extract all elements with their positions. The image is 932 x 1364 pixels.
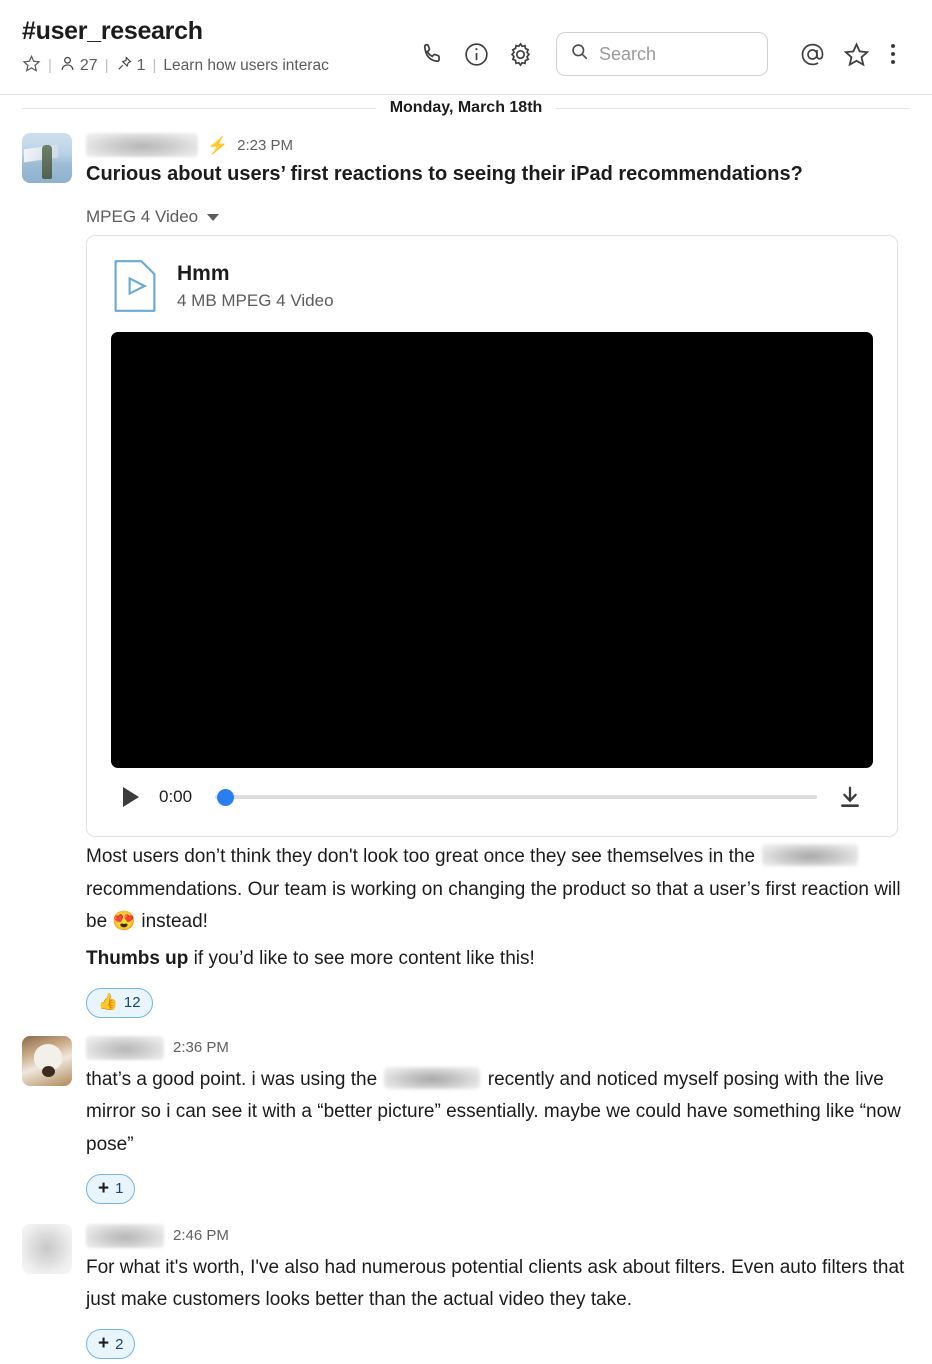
- file-header: Hmm 4 MB MPEG 4 Video: [111, 258, 873, 314]
- message-list: ⚡ 2:23 PM Curious about users’ first rea…: [0, 121, 932, 1360]
- reaction-list: + 2: [86, 1329, 914, 1360]
- message-body: ⚡ 2:23 PM Curious about users’ first rea…: [86, 133, 914, 1018]
- info-circle-icon[interactable]: [454, 35, 498, 73]
- avatar[interactable]: [22, 1035, 72, 1086]
- file-type-label: MPEG 4 Video: [86, 207, 199, 226]
- video-controls: 0:00: [111, 768, 873, 826]
- message-headline: Curious about users’ first reactions to …: [86, 163, 803, 185]
- message-text-part1: Most users don’t think they don't look t…: [86, 846, 756, 867]
- kebab-menu-icon[interactable]: [878, 35, 908, 73]
- redacted-term: [762, 844, 859, 866]
- message-text-part2: recommendations. Our team is working on …: [86, 878, 901, 933]
- at-mention-icon[interactable]: [790, 35, 834, 73]
- meta-separator-1: |: [48, 57, 52, 74]
- date-divider: Monday, March 18th: [22, 95, 910, 121]
- message-text-part3: instead!: [141, 911, 208, 933]
- file-type-dropdown[interactable]: MPEG 4 Video: [86, 207, 914, 227]
- message-body: 2:46 PM For what it's worth, I've also h…: [86, 1223, 914, 1360]
- thumbs-up-emoji: 👍: [98, 993, 118, 1011]
- reaction-thumbs-up[interactable]: 👍 12: [86, 987, 153, 1018]
- heart-eyes-emoji: 😍: [112, 911, 137, 933]
- message-header: ⚡ 2:23 PM: [86, 133, 914, 157]
- page-title[interactable]: #user_research: [22, 18, 329, 46]
- add-reaction-icon: +: [98, 1333, 110, 1355]
- scrubber-track: [215, 795, 817, 799]
- play-icon[interactable]: [117, 783, 145, 811]
- search-icon: [570, 42, 589, 66]
- video-scrubber[interactable]: [215, 787, 817, 807]
- lightning-bolt-icon: ⚡: [207, 135, 229, 155]
- pins-button[interactable]: 1: [116, 55, 146, 77]
- person-icon: [59, 55, 76, 77]
- message-timestamp[interactable]: 2:23 PM: [237, 137, 293, 154]
- message-item: 2:36 PM that’s a good point. i was using…: [22, 1018, 914, 1204]
- video-file-card: Hmm 4 MB MPEG 4 Video 0:00: [86, 235, 898, 837]
- channel-header-actions: Search: [410, 32, 918, 76]
- file-meta: 4 MB MPEG 4 Video: [177, 291, 334, 311]
- message-text-part1: that’s a good point. i was using the: [86, 1068, 378, 1090]
- phone-icon[interactable]: [410, 35, 454, 73]
- search-placeholder: Search: [599, 43, 657, 64]
- author-name-redacted[interactable]: [86, 1035, 164, 1060]
- members-button[interactable]: 27: [59, 55, 98, 77]
- reaction-count: 12: [123, 994, 141, 1012]
- pin-icon: [116, 55, 133, 77]
- video-player-surface[interactable]: [111, 332, 873, 768]
- message-timestamp[interactable]: 2:46 PM: [173, 1227, 229, 1244]
- author-name-redacted[interactable]: [86, 133, 198, 157]
- members-count: 27: [79, 56, 98, 74]
- reaction-add[interactable]: + 2: [86, 1329, 136, 1360]
- saved-items-star-icon[interactable]: [834, 35, 878, 73]
- message-text: Most users don’t think they don't look t…: [86, 841, 914, 939]
- message-cta-rest: if you’d like to see more content like t…: [193, 948, 535, 970]
- message-item: ⚡ 2:23 PM Curious about users’ first rea…: [22, 125, 914, 1018]
- avatar[interactable]: [22, 1223, 72, 1274]
- date-label: Monday, March 18th: [375, 99, 557, 117]
- reaction-list: 👍 12: [86, 987, 914, 1018]
- add-reaction-icon: +: [98, 1177, 110, 1199]
- avatar[interactable]: [22, 133, 72, 183]
- channel-header-left: #user_research | 27 | 1 | Learn how user…: [22, 18, 329, 78]
- star-outline-icon[interactable]: [22, 54, 41, 78]
- channel-meta: | 27 | 1 | Learn how users interac: [22, 54, 329, 78]
- message-text: For what it's worth, I've also had numer…: [86, 1256, 905, 1311]
- video-current-time: 0:00: [159, 787, 193, 806]
- scrubber-handle[interactable]: [217, 788, 234, 806]
- author-name-redacted[interactable]: [86, 1223, 164, 1248]
- message-text: that’s a good point. i was using the rec…: [86, 1064, 914, 1162]
- message-cta-bold: Thumbs up: [86, 948, 189, 970]
- gear-icon[interactable]: [498, 35, 542, 73]
- message-body: 2:36 PM that’s a good point. i was using…: [86, 1035, 914, 1204]
- channel-header: #user_research | 27 | 1 | Learn how user…: [0, 0, 932, 95]
- message-header: 2:36 PM: [86, 1035, 914, 1060]
- message-item: 2:46 PM For what it's worth, I've also h…: [22, 1204, 914, 1360]
- meta-separator-3: |: [152, 57, 157, 74]
- pins-count: 1: [136, 56, 146, 74]
- meta-separator-2: |: [104, 57, 109, 74]
- header-tail-actions: [790, 35, 908, 73]
- channel-topic[interactable]: Learn how users interac: [163, 57, 328, 75]
- chevron-down-icon: [207, 213, 220, 221]
- message-cta: Thumbs up if you’d like to see more cont…: [86, 943, 914, 976]
- download-icon[interactable]: [831, 778, 869, 816]
- video-file-icon: [111, 258, 159, 314]
- reaction-list: + 1: [86, 1173, 914, 1204]
- redacted-term: [384, 1066, 481, 1089]
- message-header: 2:46 PM: [86, 1223, 914, 1248]
- reaction-count: 1: [115, 1180, 124, 1198]
- search-input[interactable]: Search: [556, 32, 768, 76]
- file-name[interactable]: Hmm: [177, 261, 334, 287]
- reaction-add[interactable]: + 1: [86, 1173, 136, 1204]
- file-info: Hmm 4 MB MPEG 4 Video: [177, 261, 334, 311]
- message-timestamp[interactable]: 2:36 PM: [173, 1039, 229, 1056]
- reaction-count: 2: [115, 1335, 124, 1353]
